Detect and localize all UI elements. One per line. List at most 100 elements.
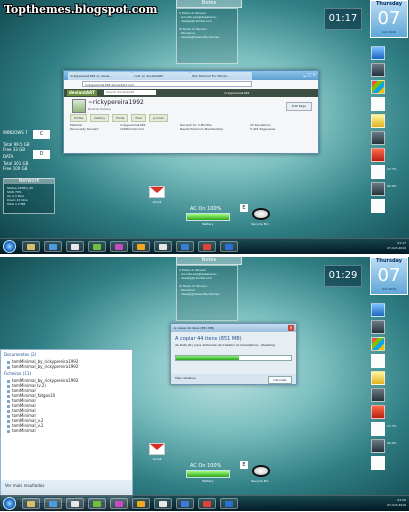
- taskbar-app[interactable]: [66, 241, 84, 252]
- browser-window[interactable]: rickypereira1992 on devia... cv3r on dev…: [63, 70, 319, 154]
- dock-item[interactable]: [371, 197, 407, 217]
- see-more-results-link[interactable]: Ver mais resultados: [5, 483, 44, 488]
- battery-gadget: AC On 100% Battery: [186, 463, 230, 485]
- notes-tab[interactable]: Notes: [176, 257, 242, 265]
- start-button[interactable]: [3, 497, 16, 510]
- taskbar-app[interactable]: [88, 498, 106, 509]
- taskbar-app[interactable]: [22, 498, 40, 509]
- recycle-gadget[interactable]: E Recycle Bin: [240, 204, 280, 230]
- drive-c-info: Total 99.5 GB Free 33 GB: [3, 142, 30, 152]
- close-icon[interactable]: ✕: [288, 325, 294, 331]
- notes-gadget[interactable]: I) Mode di Vensed - Gonafa.exe@dsaeleros…: [176, 8, 238, 64]
- taskbar-clock[interactable]: 01:17 07-Oct-2010: [387, 241, 406, 251]
- taskbar-app[interactable]: [198, 241, 216, 252]
- search-result-item[interactable]: tomMinimal: [7, 428, 132, 433]
- taskbar-app[interactable]: [198, 498, 216, 509]
- taskbar-app[interactable]: [44, 241, 62, 252]
- start-button[interactable]: [3, 240, 16, 253]
- battery-label: Battery: [202, 222, 214, 226]
- folder-icon: [27, 501, 35, 507]
- app-icon: [181, 244, 189, 250]
- tab-journal[interactable]: Journal: [149, 114, 168, 122]
- deviantart-logo[interactable]: deviantART: [67, 90, 97, 96]
- deviantart-search-input[interactable]: Search deviantART: [104, 90, 156, 95]
- folder-icon: [27, 244, 35, 250]
- photoshop-icon: [225, 501, 233, 507]
- tab-favs[interactable]: Favs: [131, 114, 147, 122]
- calendar-date: 07: [377, 8, 401, 29]
- deviantart-header: deviantART Search deviantART rickypereir…: [64, 89, 318, 97]
- taskbar-app[interactable]: [220, 498, 238, 509]
- tab-profile[interactable]: Profile: [70, 114, 88, 122]
- taskbar-app[interactable]: [176, 241, 194, 252]
- calendar-day: Thursday: [375, 1, 403, 7]
- battery-label: Battery: [202, 479, 214, 483]
- app-icon: [371, 165, 385, 179]
- recycle-label: Recycle Bin: [251, 222, 269, 226]
- network-gadget: Network Status ASTRO_45 SSID 79% Up 2.3 …: [3, 178, 55, 214]
- cancel-button[interactable]: Cancelar: [268, 376, 292, 384]
- copy-progress-fill: [176, 356, 240, 360]
- notes-tab[interactable]: Notes: [176, 0, 242, 8]
- app-icon: [115, 244, 123, 250]
- taskbar-app[interactable]: [110, 498, 128, 509]
- battery-percent: AC On 100%: [190, 463, 222, 469]
- taskbar-app[interactable]: [132, 498, 150, 509]
- browser-tab[interactable]: cv3r on deviantART: [132, 72, 190, 80]
- gmail-gadget[interactable]: Gmail: [147, 443, 167, 461]
- clock-gadget: 01:17: [324, 8, 362, 30]
- network-title: Network: [4, 178, 54, 184]
- calendar-gadget[interactable]: Thursday 07 Oct 2010: [370, 257, 408, 295]
- browser-tabbar: rickypereira1992 on devia... cv3r on dev…: [64, 71, 318, 80]
- user-link[interactable]: rickypereira1992: [224, 89, 249, 97]
- copy-route: de Data (D:) para Ambiente de trabalho (…: [175, 343, 276, 347]
- folder-icon: [371, 114, 385, 128]
- taskbar-app[interactable]: [154, 241, 172, 252]
- profile-realname: Ricardo Pereira: [88, 107, 111, 111]
- gmail-gadget[interactable]: Gmail: [147, 186, 167, 204]
- recycle-bin-icon: [252, 465, 270, 477]
- tab-gallery[interactable]: Gallery: [90, 114, 110, 122]
- apple-icon: [371, 148, 385, 162]
- app-icon: [71, 244, 79, 250]
- taskbar-app[interactable]: [220, 241, 238, 252]
- search-result-item[interactable]: tomMinimal_by_rickypereira1992: [7, 364, 132, 369]
- edit-page-button[interactable]: Edit Page: [286, 102, 312, 111]
- gmail-icon: [149, 443, 165, 455]
- browser-tab[interactable]: rickypereira1992 on devia...: [68, 72, 132, 80]
- taskbar-app[interactable]: [176, 498, 194, 509]
- notes-gadget[interactable]: I) Mode di Vensed - Gonafa.exe@dsaeleros…: [176, 265, 238, 321]
- app-icon: [159, 501, 167, 507]
- taskbar-app[interactable]: [66, 498, 84, 509]
- browser-tab[interactable]: Tom Minimal For Windo...: [190, 72, 252, 80]
- recycle-gadget[interactable]: E Recycle Bin: [240, 461, 280, 487]
- drive-e-icon: E: [240, 461, 248, 469]
- tab-prints[interactable]: Prints: [112, 114, 129, 122]
- taskbar-app[interactable]: [132, 241, 150, 252]
- app-icon: [371, 354, 385, 368]
- dock-label: 17.7%: [387, 424, 397, 428]
- dock-item[interactable]: [371, 454, 407, 474]
- more-details-toggle[interactable]: Mais detalhes: [175, 376, 196, 380]
- taskbar-app[interactable]: [110, 241, 128, 252]
- address-bar[interactable]: rickypereira1992.deviantart.com: [82, 81, 252, 87]
- window-controls[interactable]: ▁ ▢ ✕: [303, 72, 316, 77]
- profile-tabs: Profile Gallery Prints Favs Journal: [70, 114, 171, 122]
- taskbar: 01:17 07-Oct-2010: [0, 238, 409, 254]
- copy-dialog[interactable]: A copiar 44 itens (851 MB) ✕ A copiar 44…: [170, 323, 297, 385]
- taskbar-app[interactable]: [44, 498, 62, 509]
- taskbar-app[interactable]: [22, 241, 40, 252]
- app-icon: [371, 456, 385, 470]
- data-label: DATA: [3, 154, 14, 159]
- start-search-results[interactable]: Documentos (2) tomMinimal_by_rickypereir…: [0, 349, 133, 511]
- folder-icon: [371, 371, 385, 385]
- calendar-month-year: Oct 2010: [382, 287, 396, 291]
- calendar-gadget[interactable]: Thursday 07 Oct 2010: [370, 0, 408, 38]
- desktop-screenshot-2: Notes I) Mode di Vensed - Gonafa.exe@dsa…: [0, 257, 409, 511]
- taskbar-app[interactable]: [154, 498, 172, 509]
- taskbar-clock[interactable]: 01:29 07-Oct-2010: [387, 498, 406, 508]
- app-icon: [93, 244, 101, 250]
- taskbar-app[interactable]: [88, 241, 106, 252]
- drive-d-icon: D: [33, 150, 50, 159]
- battery-bar: [186, 470, 230, 478]
